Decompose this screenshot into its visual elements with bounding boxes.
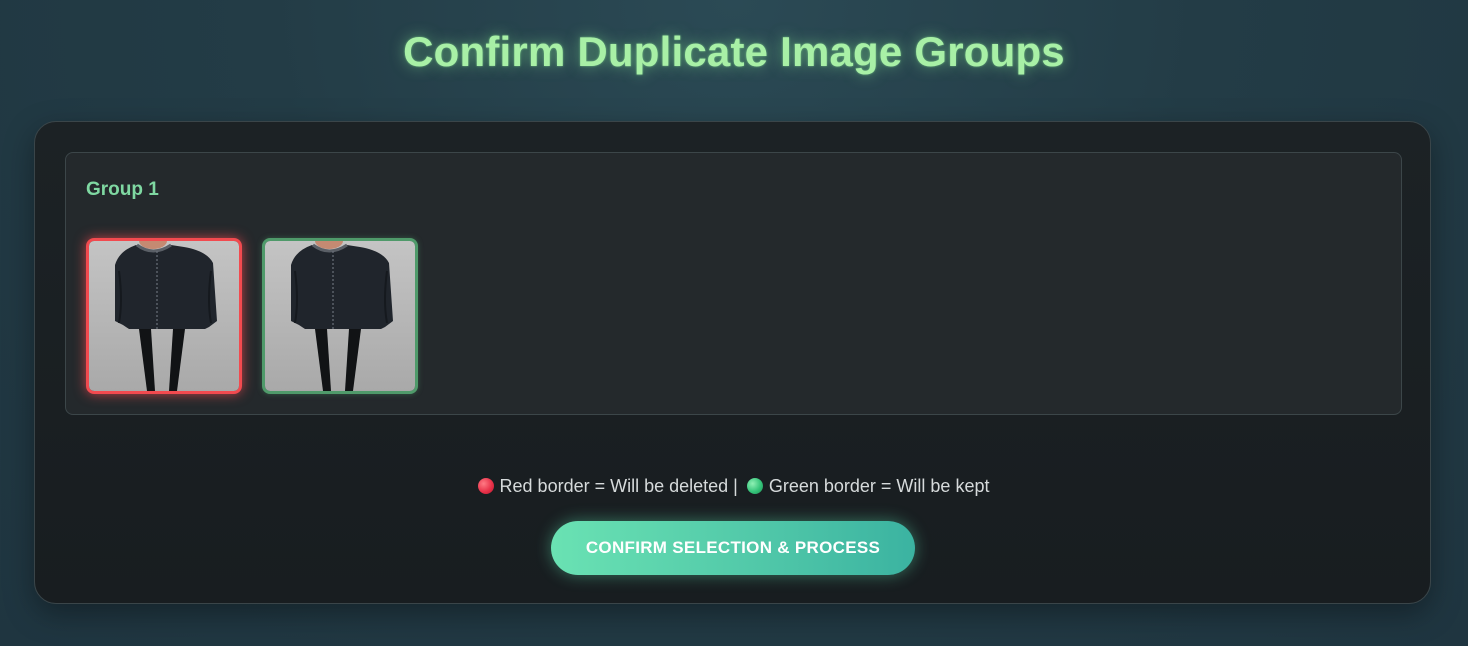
- page-title: Confirm Duplicate Image Groups: [403, 28, 1065, 75]
- legend-delete-text: Red border = Will be deleted |: [499, 476, 738, 496]
- confirm-selection-button[interactable]: CONFIRM SELECTION & PROCESS: [551, 521, 915, 575]
- border-legend: Red border = Will be deleted | Green bor…: [35, 476, 1432, 497]
- group-title: Group 1: [86, 179, 159, 200]
- jacket-photo-icon: [89, 241, 239, 391]
- green-dot-icon: [746, 478, 763, 494]
- group-card: Group 1: [65, 152, 1402, 415]
- legend-keep-text: Green border = Will be kept: [768, 476, 990, 496]
- red-dot-icon: [477, 478, 494, 494]
- image-thumbnail-keep[interactable]: [262, 238, 418, 394]
- image-thumbnail-delete[interactable]: [86, 238, 242, 394]
- main-panel: Group 1 Red border = Will be deleted | G…: [34, 121, 1431, 604]
- jacket-photo-icon: [265, 241, 415, 391]
